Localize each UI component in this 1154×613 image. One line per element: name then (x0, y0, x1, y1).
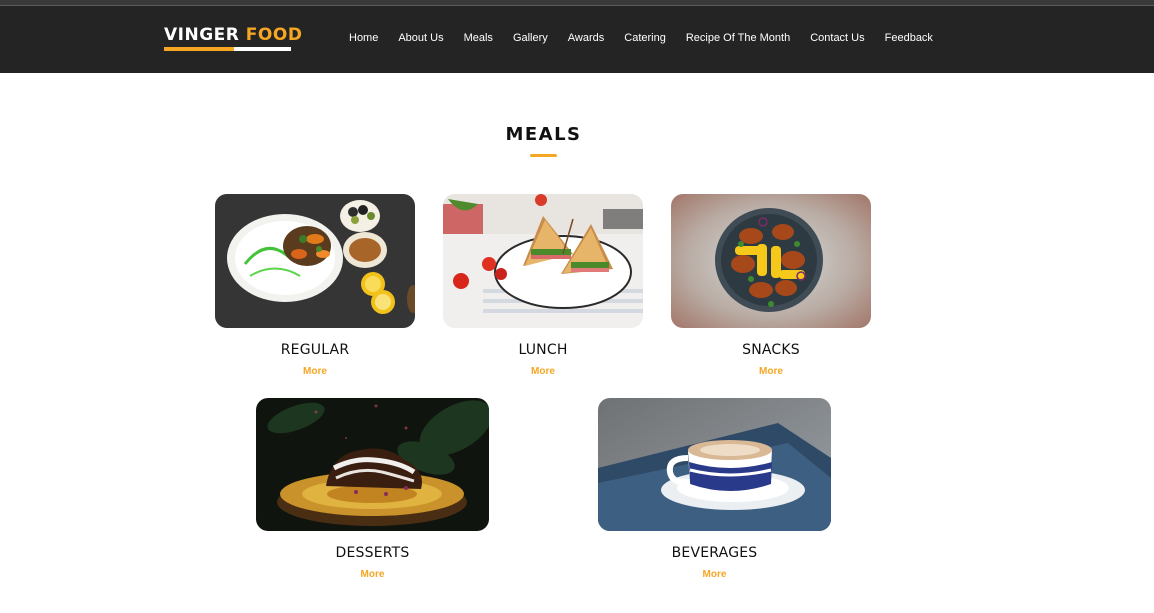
meal-card-beverages[interactable]: BEVERAGES More (598, 398, 831, 582)
nav-home[interactable]: Home (349, 31, 378, 45)
brand-word-2: FOOD (245, 25, 303, 45)
meal-card-snacks[interactable]: SNACKS More (671, 194, 871, 379)
main-nav: Home About Us Meals Gallery Awards Cater… (349, 31, 953, 45)
meal-image-snacks[interactable] (671, 194, 871, 328)
more-link-regular[interactable]: More (303, 366, 327, 377)
brand-text: VINGER FOOD (164, 25, 302, 45)
nav-meals[interactable]: Meals (464, 31, 493, 45)
meal-image-regular[interactable] (215, 194, 415, 328)
nav-contact-us[interactable]: Contact Us (810, 31, 864, 45)
nav-about-us[interactable]: About Us (398, 31, 443, 45)
meal-name-snacks: SNACKS (742, 342, 800, 358)
more-link-snacks[interactable]: More (759, 366, 783, 377)
meal-name-desserts: DESSERTS (335, 545, 410, 561)
more-link-lunch[interactable]: More (531, 366, 555, 377)
section-title-underline (530, 154, 557, 157)
brand-underline-accent (164, 47, 234, 51)
meal-card-lunch[interactable]: LUNCH More (443, 194, 643, 379)
brand-word-1: VINGER (164, 25, 240, 45)
more-link-desserts[interactable]: More (361, 569, 385, 580)
nav-awards[interactable]: Awards (568, 31, 604, 45)
nav-catering[interactable]: Catering (624, 31, 666, 45)
navbar: VINGER FOOD Home About Us Meals Gallery … (0, 6, 1154, 73)
meal-name-beverages: BEVERAGES (671, 545, 758, 561)
meal-image-beverages[interactable] (598, 398, 831, 531)
brand-logo[interactable]: VINGER FOOD (164, 25, 302, 55)
meal-image-lunch[interactable] (443, 194, 643, 328)
meal-name-regular: REGULAR (280, 342, 350, 358)
section-title: MEALS (505, 124, 582, 145)
more-link-beverages[interactable]: More (703, 569, 727, 580)
nav-feedback[interactable]: Feedback (885, 31, 933, 45)
meal-image-desserts[interactable] (256, 398, 489, 531)
meal-name-lunch: LUNCH (518, 342, 568, 358)
meal-card-desserts[interactable]: DESSERTS More (256, 398, 489, 582)
nav-recipe-of-the-month[interactable]: Recipe Of The Month (686, 31, 790, 45)
meal-card-regular[interactable]: REGULAR More (215, 194, 415, 379)
nav-gallery[interactable]: Gallery (513, 31, 548, 45)
brand-underline (164, 47, 291, 51)
